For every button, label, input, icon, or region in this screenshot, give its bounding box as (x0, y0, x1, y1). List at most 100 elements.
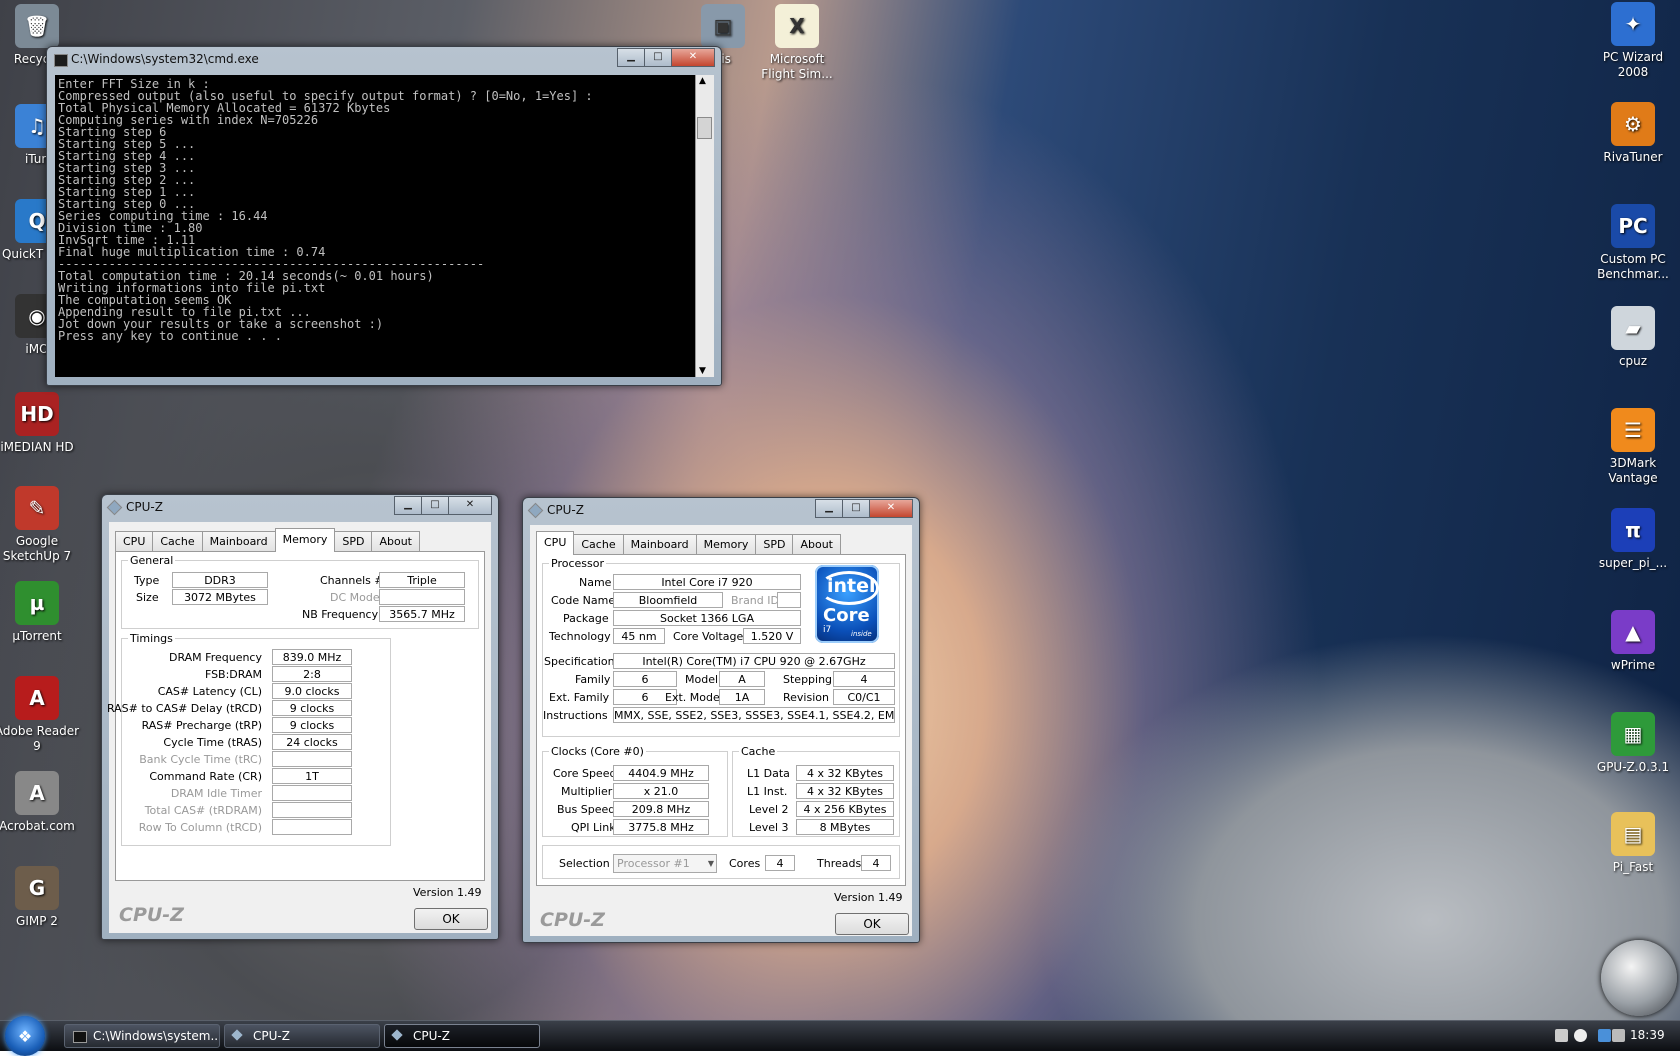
network-icon[interactable] (1598, 1029, 1611, 1042)
desktop-icon[interactable]: µ µTorrent (0, 581, 80, 644)
cpuz-memory-window[interactable]: CPU-Z ▁ □ ✕ CPU Cache Mainboard Memory SPD Ab… (101, 494, 499, 940)
tab-spd[interactable]: SPD (755, 534, 794, 555)
scroll-up-icon[interactable]: ▲ (699, 76, 706, 86)
desktop-icon[interactable]: ⚙ RivaTuner (1590, 102, 1676, 165)
maximize-button[interactable]: □ (842, 499, 870, 518)
windows-logo-icon: ❖ (17, 1026, 33, 1046)
ok-button[interactable]: OK (414, 908, 488, 930)
tab-cache[interactable]: Cache (152, 531, 203, 552)
cpuz-cpu-window[interactable]: CPU-Z ▁ □ ✕ CPU Cache Mainboard Memory SPD Ab… (522, 497, 920, 943)
desktop-icon[interactable]: ▤ Pi_Fast (1590, 812, 1676, 875)
corespeed-value: 4404.9 MHz (613, 765, 709, 781)
tab-mainboard[interactable]: Mainboard (622, 534, 697, 555)
tray-clock-icon[interactable] (1574, 1029, 1587, 1042)
cpuz-cpu-tabs: CPU Cache Mainboard Memory SPD About (536, 531, 841, 555)
l1data-value: 4 x 32 KBytes (796, 765, 894, 781)
stepping-label: Stepping (783, 673, 833, 686)
tab-cache[interactable]: Cache (573, 534, 624, 555)
desktop-app-icon: ✎ (15, 486, 59, 530)
timing-label: Cycle Time (tRAS) (163, 736, 262, 749)
cmd-titlebar[interactable]: C:\Windows\system32\cmd.exe ▁ □ ✕ (47, 47, 721, 73)
console-line: Press any key to continue . . . (58, 329, 282, 343)
console-scrollbar[interactable]: ▲ ▼ (695, 75, 714, 377)
desktop-icon[interactable]: A Adobe Reader 9 (0, 676, 80, 754)
maximize-button[interactable]: □ (421, 496, 449, 515)
taskbar-button-label: CPU-Z (413, 1029, 450, 1043)
channels-label: Channels # (320, 574, 384, 587)
desktop-icon[interactable]: A Acrobat.com (0, 771, 80, 834)
corevoltage-value: 1.520 V (743, 628, 801, 644)
type-label: Type (134, 574, 160, 587)
desktop-icon-label: Pi_Fast (1612, 860, 1654, 874)
scrollbar-thumb[interactable] (697, 117, 712, 139)
taskbar-button-cmd[interactable]: C:\Windows\system... (64, 1024, 220, 1048)
timing-label: RAS# Precharge (tRP) (141, 719, 262, 732)
tab-cpu[interactable]: CPU (115, 531, 154, 552)
desktop-icon[interactable]: ✦ PC Wizard 2008 (1590, 2, 1676, 80)
type-value: DDR3 (172, 572, 268, 588)
desktop-icon-label: 3DMark Vantage (1608, 456, 1658, 485)
threads-label: Threads (817, 857, 862, 870)
desktop-icon[interactable]: ✎ Google SketchUp 7 (0, 486, 80, 564)
taskbar-button-cpuz-2[interactable]: CPU-Z (384, 1024, 540, 1048)
version-label: Version 1.49 (413, 886, 482, 899)
cpuz-icon (231, 1029, 243, 1041)
dcmode-value (379, 589, 465, 605)
tab-spd[interactable]: SPD (334, 531, 373, 552)
maximize-button[interactable]: □ (644, 48, 672, 67)
desktop-icon-label: GIMP 2 (16, 914, 58, 928)
desktop-icon[interactable]: ☰ 3DMark Vantage (1590, 408, 1676, 486)
start-button[interactable]: ❖ (5, 1016, 45, 1056)
desktop-icon[interactable]: ▲ wPrime (1590, 610, 1676, 673)
timing-label: RAS# to CAS# Delay (tRCD) (106, 702, 262, 715)
desktop-icon[interactable]: HD iMEDIAN HD (0, 392, 80, 455)
desktop-icon[interactable]: ▰ cpuz (1590, 306, 1676, 369)
package-label: Package (563, 612, 609, 625)
tab-about[interactable]: About (792, 534, 841, 555)
desktop-icon[interactable]: X Microsoft Flight Sim... (754, 4, 840, 82)
version-label: Version 1.49 (834, 891, 903, 904)
tab-cpu[interactable]: CPU (536, 531, 575, 555)
timing-value (272, 819, 352, 835)
scroll-down-icon[interactable]: ▼ (699, 366, 706, 376)
minimize-button[interactable]: ▁ (394, 496, 422, 515)
cpuz-cpu-titlebar[interactable]: CPU-Z ▁ □ ✕ (523, 498, 919, 524)
close-button[interactable]: ✕ (869, 499, 913, 518)
close-button[interactable]: ✕ (671, 48, 715, 67)
desktop-icon[interactable]: π super_pi_... (1590, 508, 1676, 571)
desktop-app-icon: ▤ (1611, 812, 1655, 856)
cpuz-memory-titlebar[interactable]: CPU-Z ▁ □ ✕ (102, 495, 498, 521)
timing-label: FSB:DRAM (204, 668, 262, 681)
console-output[interactable]: Enter FFT Size in k : Compressed output (… (55, 75, 695, 377)
tab-mainboard[interactable]: Mainboard (201, 531, 276, 552)
volume-icon[interactable] (1612, 1029, 1625, 1042)
level2-label: Level 2 (749, 803, 789, 816)
taskbar-button-cpuz-1[interactable]: CPU-Z (224, 1024, 380, 1048)
tab-about[interactable]: About (371, 531, 420, 552)
minimize-button[interactable]: ▁ (617, 48, 645, 67)
instructions-label: Instructions (543, 709, 608, 722)
desktop-icon[interactable]: ▦ GPU-Z.0.3.1 (1590, 712, 1676, 775)
taskbar-clock[interactable]: 18:39 (1630, 1028, 1665, 1042)
processor-select[interactable]: Processor #1 ▼ (613, 854, 717, 873)
desktop-icon[interactable]: PC Custom PC Benchmar... (1590, 204, 1676, 282)
tray-app-icon[interactable] (1555, 1029, 1568, 1042)
corespeed-label: Core Speed (553, 767, 617, 780)
intel-logo-word: intel (827, 575, 876, 597)
close-button[interactable]: ✕ (448, 496, 492, 515)
name-label: Name (579, 576, 612, 589)
clock-gadget[interactable] (1601, 940, 1677, 1016)
desktop-icon[interactable]: G GIMP 2 (0, 866, 80, 929)
desktop-app-icon: PC (1611, 204, 1655, 248)
cmd-window[interactable]: C:\Windows\system32\cmd.exe ▁ □ ✕ Enter … (46, 46, 722, 386)
desktop-icon-label: super_pi_... (1598, 556, 1668, 570)
tab-memory[interactable]: Memory (695, 534, 757, 555)
chevron-down-icon[interactable]: ▼ (708, 855, 714, 872)
ok-button[interactable]: OK (835, 913, 909, 935)
level2-value: 4 x 256 KBytes (796, 801, 894, 817)
busspeed-label: Bus Speed (557, 803, 616, 816)
core-logo-word: Core (823, 605, 870, 626)
minimize-button[interactable]: ▁ (815, 499, 843, 518)
tab-memory[interactable]: Memory (274, 528, 336, 552)
codename-value: Bloomfield (613, 592, 723, 608)
